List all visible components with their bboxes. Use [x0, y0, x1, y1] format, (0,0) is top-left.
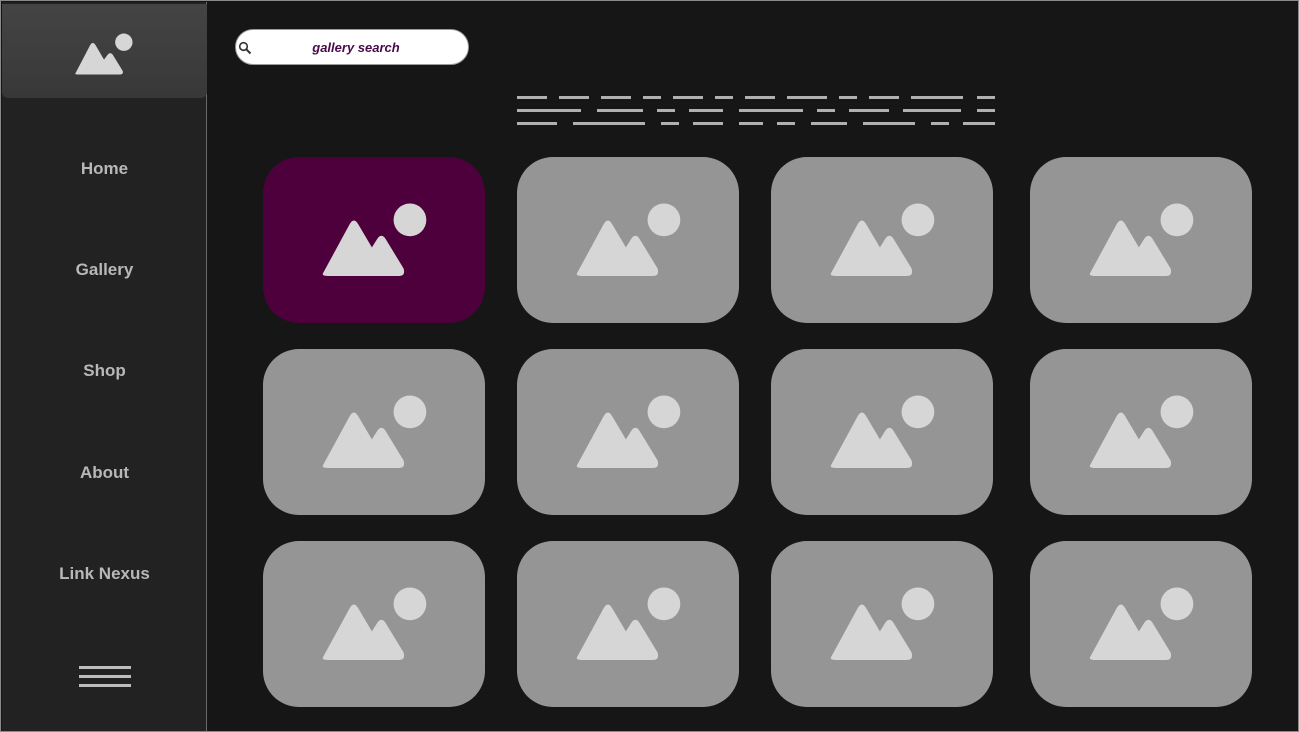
- image-placeholder-icon: [830, 587, 935, 660]
- sidebar-item-shop[interactable]: Shop: [2, 361, 207, 381]
- image-placeholder-icon: [576, 395, 681, 468]
- gallery-tile[interactable]: [1030, 349, 1252, 515]
- logo[interactable]: [2, 4, 207, 98]
- placeholder-text-block: [517, 96, 995, 125]
- search-icon: [238, 41, 252, 55]
- sidebar-item-home[interactable]: Home: [2, 159, 207, 179]
- image-placeholder-icon: [75, 33, 133, 75]
- gallery-tile[interactable]: [263, 541, 485, 707]
- image-placeholder-icon: [830, 395, 935, 468]
- image-placeholder-icon: [830, 203, 935, 276]
- image-placeholder-icon: [1089, 587, 1194, 660]
- app-frame: Home Gallery Shop About Link Nexus: [0, 0, 1299, 732]
- gallery-tile[interactable]: [517, 157, 739, 323]
- image-placeholder-icon: [1089, 395, 1194, 468]
- image-placeholder-icon: [322, 203, 427, 276]
- search-input[interactable]: [256, 35, 456, 59]
- image-placeholder-icon: [322, 587, 427, 660]
- image-placeholder-icon: [576, 587, 681, 660]
- gallery-tile[interactable]: [1030, 541, 1252, 707]
- gallery-tile[interactable]: [1030, 157, 1252, 323]
- gallery-tile[interactable]: [517, 349, 739, 515]
- gallery-tile[interactable]: [517, 541, 739, 707]
- sidebar-item-gallery[interactable]: Gallery: [2, 260, 207, 280]
- image-placeholder-icon: [1089, 203, 1194, 276]
- hamburger-menu-icon[interactable]: [79, 666, 131, 692]
- gallery-tile[interactable]: [771, 349, 993, 515]
- sidebar-item-about[interactable]: About: [2, 463, 207, 483]
- gallery-tile[interactable]: [263, 157, 485, 323]
- gallery-tile[interactable]: [771, 541, 993, 707]
- sidebar-item-link-nexus[interactable]: Link Nexus: [2, 564, 207, 584]
- search-bar[interactable]: [235, 29, 469, 65]
- image-placeholder-icon: [576, 203, 681, 276]
- gallery-tile[interactable]: [771, 157, 993, 323]
- image-placeholder-icon: [322, 395, 427, 468]
- gallery-tile[interactable]: [263, 349, 485, 515]
- sidebar: Home Gallery Shop About Link Nexus: [2, 2, 207, 731]
